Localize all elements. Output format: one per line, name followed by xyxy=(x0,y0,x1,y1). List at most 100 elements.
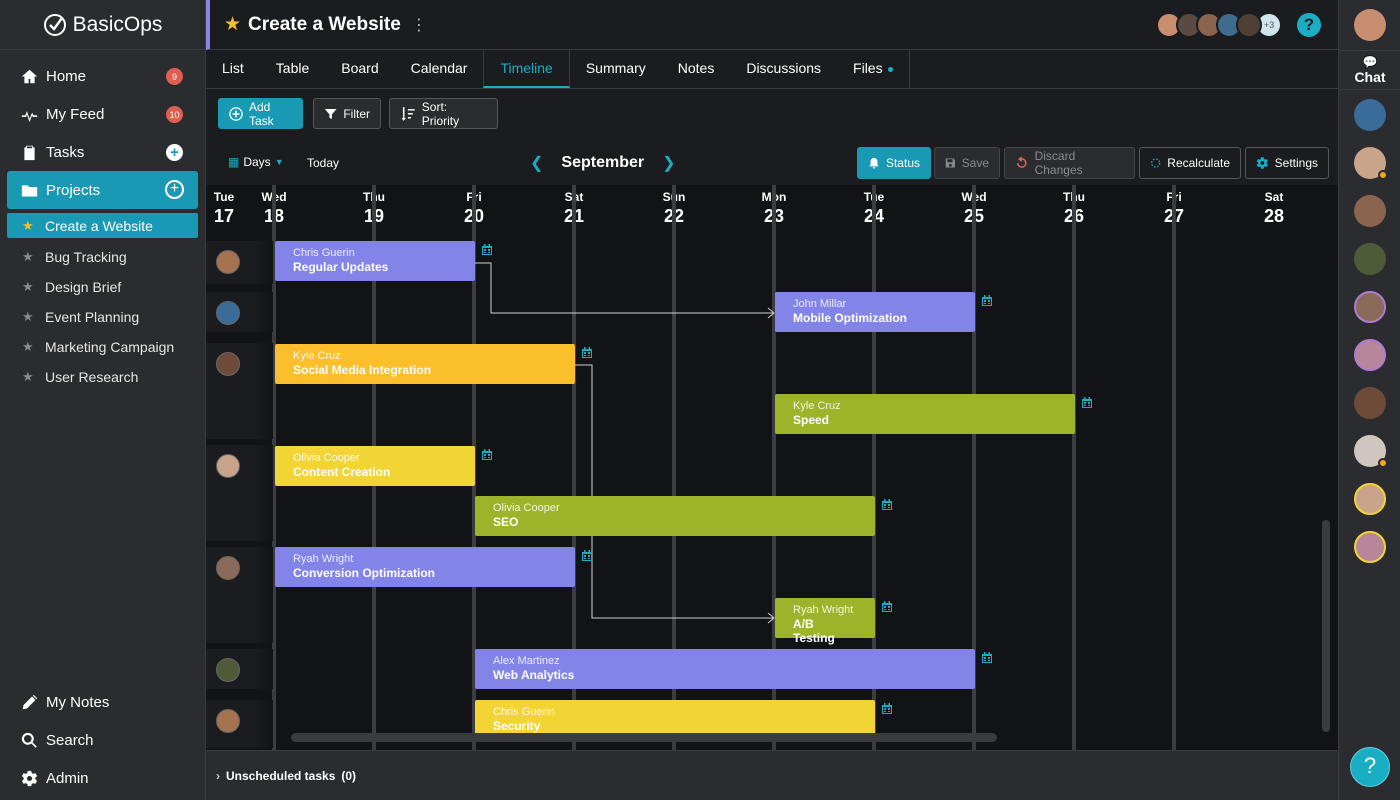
project-marketing-campaign[interactable]: ★ Marketing Campaign xyxy=(0,332,205,362)
logo[interactable]: BasicOps xyxy=(0,0,205,50)
task-name: Social Media Integration xyxy=(293,363,432,377)
project-design-brief[interactable]: ★ Design Brief xyxy=(0,272,205,302)
task-bar[interactable]: Kyle Cruz Speed xyxy=(775,394,1075,434)
due-date-calendar-icon[interactable] xyxy=(882,497,892,510)
chat-rail: 💬 Chat ? xyxy=(1338,0,1400,800)
due-date-calendar-icon[interactable] xyxy=(882,599,892,612)
nav-my-notes[interactable]: My Notes xyxy=(0,683,205,721)
star-icon[interactable]: ★ xyxy=(22,309,37,325)
nav-tasks[interactable]: Tasks + xyxy=(0,133,205,171)
nav-projects[interactable]: Projects + xyxy=(7,171,198,209)
more-options-icon[interactable]: ⋮ xyxy=(411,15,427,35)
unread-dot xyxy=(887,66,893,72)
bell-icon xyxy=(869,157,879,169)
chat-user-avatar[interactable] xyxy=(1354,387,1386,419)
due-date-calendar-icon[interactable] xyxy=(582,548,592,561)
tab-files[interactable]: Files xyxy=(837,50,909,88)
due-date-calendar-icon[interactable] xyxy=(482,242,492,255)
today-button[interactable]: Today xyxy=(307,156,339,170)
tab-timeline[interactable]: Timeline xyxy=(483,50,570,88)
settings-button[interactable]: Settings xyxy=(1245,147,1329,179)
tab-calendar[interactable]: Calendar xyxy=(395,50,484,88)
project-event-planning[interactable]: ★ Event Planning xyxy=(0,302,205,332)
due-date-calendar-icon[interactable] xyxy=(982,293,992,306)
tab-discussions[interactable]: Discussions xyxy=(730,50,837,88)
chat-user-avatar[interactable] xyxy=(1354,147,1388,180)
nav-home-label: Home xyxy=(46,67,87,85)
help-chat-icon[interactable]: ? xyxy=(1350,747,1390,787)
prev-month-icon[interactable]: ❮ xyxy=(530,153,543,173)
project-label: Marketing Campaign xyxy=(45,339,175,355)
filter-button[interactable]: Filter xyxy=(313,98,381,129)
chat-user-avatar[interactable] xyxy=(1354,483,1386,515)
project-bug-tracking[interactable]: ★ Bug Tracking xyxy=(0,242,205,272)
unscheduled-tasks-bar[interactable]: › Unscheduled tasks (0) xyxy=(206,750,1338,800)
save-button[interactable]: Save xyxy=(934,147,1000,179)
chat-user-avatar[interactable] xyxy=(1354,195,1386,227)
sort-label: Sort: Priority xyxy=(421,99,460,128)
recalculate-button[interactable]: Recalculate xyxy=(1139,147,1241,179)
task-bar[interactable]: Olivia Cooper Content Creation xyxy=(275,446,475,486)
chat-user-avatar[interactable] xyxy=(1354,531,1386,563)
nav-my-feed[interactable]: My Feed 10 xyxy=(0,95,205,133)
tab-table[interactable]: Table xyxy=(260,50,325,88)
chat-header[interactable]: 💬 Chat xyxy=(1339,50,1400,90)
task-bar[interactable]: Chris Guerin Regular Updates xyxy=(275,241,475,281)
nav-admin[interactable]: Admin xyxy=(0,759,205,797)
due-date-calendar-icon[interactable] xyxy=(1082,395,1092,408)
due-date-calendar-icon[interactable] xyxy=(582,345,592,358)
project-user-research[interactable]: ★ User Research xyxy=(0,362,205,392)
chat-user-avatar[interactable] xyxy=(1354,99,1386,131)
project-members[interactable]: +3 xyxy=(1156,12,1282,38)
due-date-calendar-icon[interactable] xyxy=(482,447,492,460)
chat-user-avatar[interactable] xyxy=(1354,243,1386,275)
month-label: September xyxy=(561,154,645,171)
add-task-button[interactable]: Add Task xyxy=(218,98,303,129)
tab-board[interactable]: Board xyxy=(325,50,394,88)
tab-list[interactable]: List xyxy=(206,50,260,88)
my-avatar[interactable] xyxy=(1354,9,1386,41)
task-bar[interactable]: Kyle Cruz Social Media Integration xyxy=(275,344,575,384)
chat-user-avatar[interactable] xyxy=(1354,339,1386,371)
task-assignee: Ryah Wright xyxy=(293,553,354,565)
task-bar[interactable]: John Millar Mobile Optimization xyxy=(775,292,975,332)
horizontal-scrollbar[interactable] xyxy=(291,733,997,742)
nav-home[interactable]: Home 9 xyxy=(0,57,205,95)
nav-search[interactable]: Search xyxy=(0,721,205,759)
star-icon[interactable]: ★ xyxy=(22,218,37,234)
task-bar[interactable]: Ryah Wright Conversion Optimization xyxy=(275,547,575,587)
task-assignee: Ryah Wright xyxy=(793,604,854,616)
task-assignee: Chris Guerin xyxy=(293,247,355,259)
star-icon[interactable]: ★ xyxy=(22,249,37,265)
project-create-a-website[interactable]: ★ Create a Website xyxy=(7,213,198,238)
due-date-calendar-icon[interactable] xyxy=(882,701,892,714)
discard-changes-button[interactable]: Discard Changes xyxy=(1004,147,1135,179)
tab-summary[interactable]: Summary xyxy=(570,50,662,88)
help-icon[interactable]: ? xyxy=(1297,13,1321,37)
project-header: ★ Create a Website ⋮ +3 ? xyxy=(206,0,1338,50)
add-task-icon[interactable]: + xyxy=(166,144,183,161)
chevron-right-icon: › xyxy=(216,768,220,783)
sort-icon xyxy=(401,106,415,121)
logo-icon xyxy=(43,13,66,36)
task-bar[interactable]: Ryah Wright A/B Testing xyxy=(775,598,875,645)
task-bar[interactable]: Alex Martinez Web Analytics xyxy=(475,649,975,689)
tab-notes[interactable]: Notes xyxy=(662,50,731,88)
due-date-calendar-icon[interactable] xyxy=(982,650,992,663)
chat-user-avatar[interactable] xyxy=(1354,291,1386,323)
task-bar[interactable]: Olivia Cooper SEO xyxy=(475,496,875,536)
star-icon[interactable]: ★ xyxy=(22,279,37,295)
add-project-icon[interactable]: + xyxy=(165,180,184,199)
status-button[interactable]: Status xyxy=(857,147,931,179)
scale-dropdown[interactable]: ▦ Days ▼ xyxy=(228,155,284,169)
vertical-scrollbar[interactable] xyxy=(1322,520,1330,732)
gear-icon xyxy=(1256,157,1268,169)
chat-user-avatar[interactable] xyxy=(1354,435,1388,468)
next-month-icon[interactable]: ❯ xyxy=(662,153,675,173)
star-icon[interactable]: ★ xyxy=(22,369,37,385)
sort-button[interactable]: Sort: Priority xyxy=(389,98,498,129)
gear-icon xyxy=(20,769,38,787)
discard-label: Discard Changes xyxy=(1034,149,1083,177)
star-icon[interactable]: ★ xyxy=(22,339,37,355)
favorite-star-icon[interactable]: ★ xyxy=(224,13,241,36)
